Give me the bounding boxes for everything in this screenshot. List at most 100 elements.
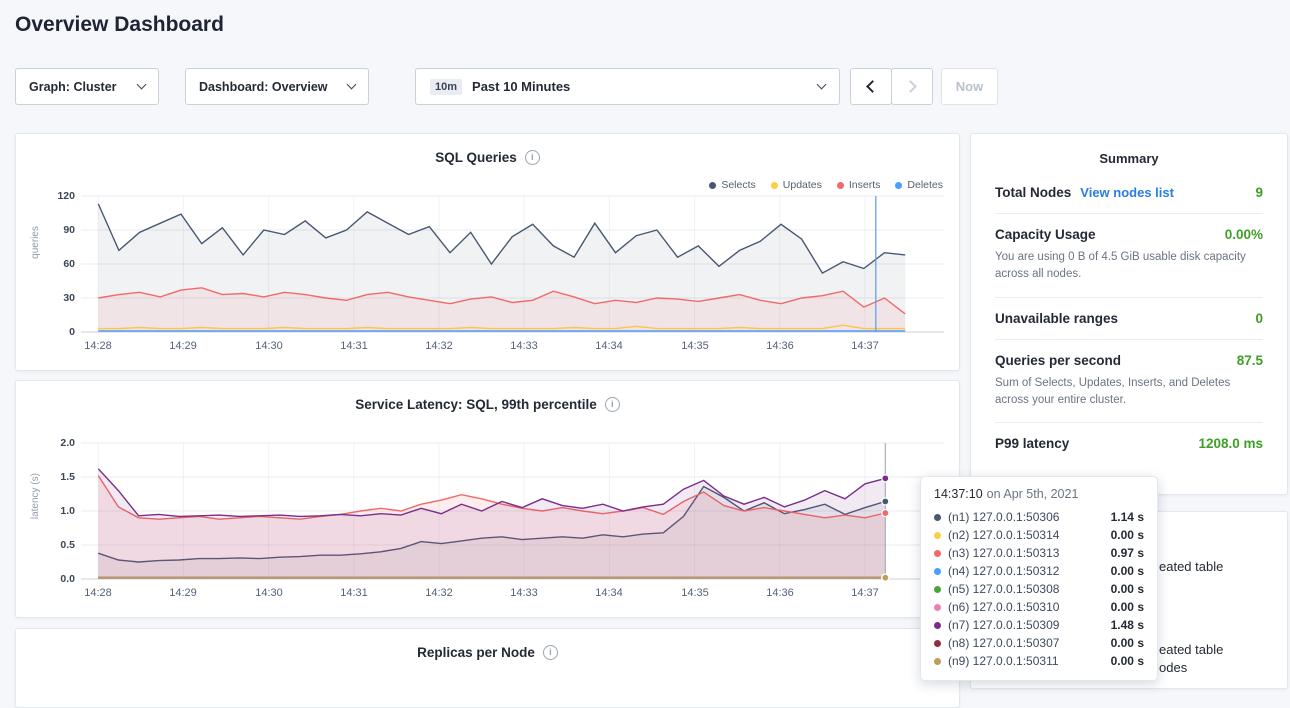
legend-item-inserts[interactable]: Inserts bbox=[837, 179, 881, 191]
replicas-chart-title: Replicas per Node bbox=[417, 645, 535, 660]
chevron-left-icon bbox=[866, 80, 879, 93]
summary-title: Summary bbox=[971, 134, 1287, 166]
tooltip-node-value: 0.00 s bbox=[1111, 636, 1144, 650]
node-color-dot-icon bbox=[934, 640, 941, 647]
tooltip-node-value: 0.00 s bbox=[1111, 582, 1144, 596]
tooltip-node-address: (n4) 127.0.0.1:50312 bbox=[948, 564, 1104, 578]
tooltip-node-row: (n3) 127.0.0.1:503130.97 s bbox=[934, 544, 1144, 562]
x-tick-label: 14:32 bbox=[415, 340, 463, 352]
chevron-right-icon bbox=[904, 80, 917, 93]
tooltip-timestamp: 14:37:10on Apr 5th, 2021 bbox=[934, 487, 1144, 501]
legend-dot-icon bbox=[771, 182, 778, 189]
chevron-down-icon bbox=[137, 80, 147, 90]
tooltip-node-row: (n7) 127.0.0.1:503091.48 s bbox=[934, 616, 1144, 634]
x-tick-label: 14:29 bbox=[159, 340, 207, 352]
y-tick-label: 30 bbox=[39, 292, 75, 304]
qps-caption: Sum of Selects, Updates, Inserts, and De… bbox=[995, 375, 1263, 410]
node-color-dot-icon bbox=[934, 604, 941, 611]
p99-latency-value: 1208.0 ms bbox=[1198, 436, 1263, 451]
y-tick-label: 0.5 bbox=[39, 539, 75, 551]
graph-selector-dropdown[interactable]: Graph: Cluster bbox=[15, 68, 159, 105]
service-latency-chart-title: Service Latency: SQL, 99th percentile bbox=[355, 397, 597, 412]
time-prev-button[interactable] bbox=[850, 68, 892, 105]
p99-latency-label: P99 latency bbox=[995, 436, 1069, 451]
service-latency-chart[interactable]: 0.00.51.01.52.014:2814:2914:3014:3114:32… bbox=[81, 443, 944, 579]
tooltip-node-value: 0.00 s bbox=[1111, 600, 1144, 614]
tooltip-node-value: 1.48 s bbox=[1111, 618, 1144, 632]
node-color-dot-icon bbox=[934, 550, 941, 557]
x-tick-label: 14:29 bbox=[159, 587, 207, 599]
x-tick-label: 14:33 bbox=[500, 340, 548, 352]
x-tick-label: 14:34 bbox=[585, 340, 633, 352]
time-range-label: Past 10 Minutes bbox=[472, 79, 570, 94]
x-tick-label: 14:32 bbox=[415, 587, 463, 599]
event-item-fragment[interactable]: eated table bbox=[1159, 642, 1223, 657]
info-icon[interactable]: i bbox=[525, 150, 540, 165]
summary-row-total-nodes: Total Nodes View nodes list 9 bbox=[995, 172, 1263, 214]
dashboard-selector-dropdown[interactable]: Dashboard: Overview bbox=[185, 68, 369, 105]
legend-dot-icon bbox=[895, 182, 902, 189]
y-tick-label: 120 bbox=[39, 190, 75, 202]
x-tick-label: 14:35 bbox=[671, 340, 719, 352]
now-button[interactable]: Now bbox=[941, 68, 998, 105]
tooltip-node-row: (n2) 127.0.0.1:503140.00 s bbox=[934, 526, 1144, 544]
tooltip-node-address: (n2) 127.0.0.1:50314 bbox=[948, 528, 1104, 542]
tooltip-node-address: (n5) 127.0.0.1:50308 bbox=[948, 582, 1104, 596]
tooltip-node-row: (n4) 127.0.0.1:503120.00 s bbox=[934, 562, 1144, 580]
chevron-down-icon bbox=[347, 80, 357, 90]
y-tick-label: 0.0 bbox=[39, 573, 75, 585]
legend-dot-icon bbox=[837, 182, 844, 189]
time-next-button[interactable] bbox=[891, 68, 933, 105]
tooltip-node-row: (n6) 127.0.0.1:50310 0.00 s bbox=[934, 598, 1144, 616]
info-icon[interactable]: i bbox=[543, 645, 558, 660]
total-nodes-value: 9 bbox=[1255, 185, 1263, 200]
tooltip-node-row: (n5) 127.0.0.1:50308 0.00 s bbox=[934, 580, 1144, 598]
legend-item-selects[interactable]: Selects bbox=[709, 179, 755, 191]
node-color-dot-icon bbox=[934, 514, 941, 521]
x-tick-label: 14:36 bbox=[756, 587, 804, 599]
info-icon[interactable]: i bbox=[605, 397, 620, 412]
x-tick-label: 14:33 bbox=[500, 587, 548, 599]
tooltip-node-address: (n9) 127.0.0.1:50311 bbox=[948, 654, 1104, 668]
qps-label: Queries per second bbox=[995, 353, 1121, 368]
x-tick-label: 14:30 bbox=[245, 587, 293, 599]
service-latency-panel: Service Latency: SQL, 99th percentile i … bbox=[15, 380, 960, 618]
x-tick-label: 14:30 bbox=[245, 340, 293, 352]
view-nodes-list-link[interactable]: View nodes list bbox=[1080, 185, 1174, 200]
tooltip-node-row: (n9) 127.0.0.1:50311 0.00 s bbox=[934, 652, 1144, 670]
tooltip-node-row: (n8) 127.0.0.1:503070.00 s bbox=[934, 634, 1144, 652]
x-tick-label: 14:31 bbox=[330, 340, 378, 352]
legend-item-updates[interactable]: Updates bbox=[771, 179, 822, 191]
tooltip-node-value: 1.14 s bbox=[1111, 510, 1144, 524]
chevron-down-icon bbox=[817, 80, 827, 90]
tooltip-node-value: 0.97 s bbox=[1111, 546, 1144, 560]
sql-queries-chart[interactable]: 030609012014:2814:2914:3014:3114:3214:33… bbox=[81, 196, 944, 332]
summary-panel: Summary Total Nodes View nodes list 9 Ca… bbox=[970, 133, 1288, 495]
event-item-fragment[interactable]: eated table bbox=[1159, 559, 1223, 574]
unavailable-ranges-label: Unavailable ranges bbox=[995, 311, 1118, 326]
chart-hover-tooltip: 14:37:10on Apr 5th, 2021 (n1) 127.0.0.1:… bbox=[920, 476, 1158, 681]
x-tick-label: 14:37 bbox=[841, 340, 889, 352]
sql-queries-legend: Selects Updates Inserts Deletes bbox=[709, 179, 943, 191]
node-color-dot-icon bbox=[934, 532, 941, 539]
legend-item-deletes[interactable]: Deletes bbox=[895, 179, 943, 191]
x-tick-label: 14:36 bbox=[756, 340, 804, 352]
summary-row-capacity: Capacity Usage 0.00% You are using 0 B o… bbox=[995, 214, 1263, 298]
tooltip-node-value: 0.00 s bbox=[1111, 654, 1144, 668]
tooltip-node-address: (n1) 127.0.0.1:50306 bbox=[948, 510, 1104, 524]
capacity-usage-value: 0.00% bbox=[1225, 227, 1263, 242]
replicas-per-node-panel: Replicas per Node i bbox=[15, 628, 960, 708]
unavailable-ranges-value: 0 bbox=[1255, 311, 1263, 326]
x-tick-label: 14:35 bbox=[671, 587, 719, 599]
tooltip-node-address: (n6) 127.0.0.1:50310 bbox=[948, 600, 1104, 614]
summary-row-unavailable-ranges: Unavailable ranges 0 bbox=[995, 298, 1263, 340]
y-tick-label: 90 bbox=[39, 224, 75, 236]
summary-row-p99: P99 latency 1208.0 ms bbox=[995, 423, 1263, 464]
y-tick-label: 60 bbox=[39, 258, 75, 270]
sql-queries-chart-title: SQL Queries bbox=[435, 150, 517, 165]
time-range-picker[interactable]: 10m Past 10 Minutes bbox=[415, 68, 840, 105]
tooltip-node-row: (n1) 127.0.0.1:50306 1.14 s bbox=[934, 508, 1144, 526]
total-nodes-label: Total Nodes bbox=[995, 185, 1071, 200]
node-color-dot-icon bbox=[934, 658, 941, 665]
event-item-fragment[interactable]: odes bbox=[1159, 660, 1187, 675]
